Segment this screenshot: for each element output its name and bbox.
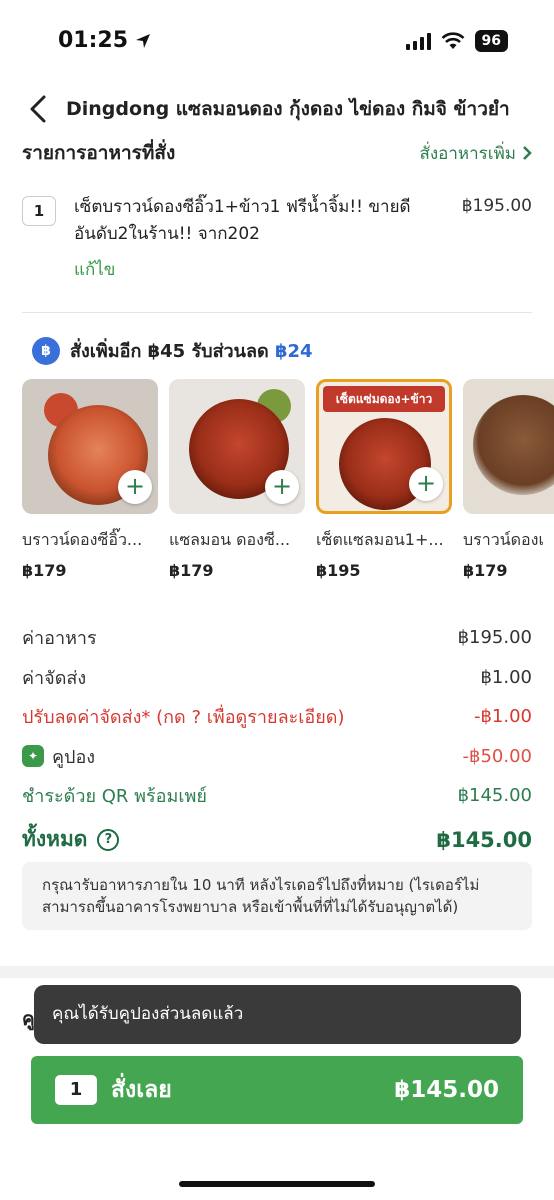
order-button-label: สั่งเลย: [111, 1077, 172, 1103]
food-cost-row: ค่าอาหาร ฿195.00: [22, 627, 532, 650]
food-image: +: [22, 379, 158, 514]
total-row: ทั้งหมด ? ฿145.00: [22, 827, 532, 852]
upsell-item-name: บราวน์ดองซีอิ๊ว...: [22, 530, 143, 549]
edit-item-link[interactable]: แก้ไข: [74, 256, 115, 283]
delivery-discount-row[interactable]: ปรับลดค่าจัดส่ง* (กด ? เพื่อดูรายละเอียด…: [22, 697, 532, 737]
upsell-item-name: บราวน์ดองเ: [463, 530, 544, 549]
coupon-row[interactable]: ✦ คูปอง -฿50.00: [22, 737, 532, 777]
back-arrow-icon[interactable]: [26, 94, 50, 124]
coin-icon: ฿: [32, 336, 60, 365]
help-icon[interactable]: ?: [97, 828, 120, 851]
divider: [22, 312, 532, 313]
upsell-text: สั่งเพิ่มอีก ฿45 รับส่วนลด: [70, 341, 275, 362]
order-quantity-badge: 1: [55, 1075, 97, 1105]
section-separator: [0, 966, 554, 978]
header: Dingdong แซลมอนดอง กุ้งดอง ไข่ดอง กิมจิ …: [0, 88, 554, 128]
delivery-fee-row: ค่าจัดส่ง ฿1.00: [22, 666, 532, 689]
upsell-item-price: ฿179: [22, 561, 67, 580]
location-arrow-icon: [136, 33, 151, 48]
add-to-cart-button[interactable]: +: [409, 467, 443, 501]
store-title: Dingdong แซลมอนดอง กุ้งดอง ไข่ดอง กิมจิ …: [66, 98, 510, 120]
home-indicator: [179, 1181, 375, 1187]
battery-indicator: 96: [474, 30, 508, 52]
upsell-card[interactable]: บราวน์ดองเ ฿179: [463, 379, 554, 580]
food-image: เซ็ตแซ่มดอง+ข้าว +: [316, 379, 452, 514]
total-amount: ฿145.00: [436, 827, 532, 852]
status-bar: 01:25 96: [0, 0, 554, 84]
promo-banner: เซ็ตแซ่มดอง+ข้าว: [323, 386, 445, 412]
upsell-carousel[interactable]: + บราวน์ดองซีอิ๊ว... ฿179 + แซลมอน ดองซี…: [22, 379, 554, 589]
order-section-header: รายการอาหารที่สั่ง สั่งอาหารเพิ่ม: [22, 138, 532, 168]
upsell-item-name: เซ็ตแซลมอน1+...: [316, 530, 444, 549]
upsell-item-price: ฿179: [169, 561, 214, 580]
signal-icon: [405, 32, 431, 50]
payment-method-row[interactable]: ชำระด้วย QR พร้อมเพย์ ฿145.00: [22, 776, 532, 816]
food-image: +: [169, 379, 305, 514]
status-icons: 96: [405, 30, 508, 52]
upsell-discount: ฿24: [274, 341, 313, 362]
upsell-item-price: ฿179: [463, 561, 508, 580]
upsell-card[interactable]: เซ็ตแซ่มดอง+ข้าว + เซ็ตแซลมอน1+... ฿195: [316, 379, 452, 580]
item-name: เซ็ตบราวน์ดองซีอิ๊ว1+ข้าว1 ฟรีน้ำจิ้ม!! …: [74, 197, 411, 244]
item-price: ฿195.00: [461, 196, 532, 216]
price-summary: ค่าอาหาร ฿195.00 ค่าจัดส่ง ฿1.00 ปรับลดค…: [22, 618, 532, 862]
wifi-icon: [441, 32, 464, 49]
toast-message: คุณได้รับคูปองส่วนลดแล้ว: [34, 985, 521, 1044]
upsell-item-name: แซลมอน ดองซี...: [169, 530, 291, 549]
order-section-title: รายการอาหารที่สั่ง: [22, 142, 176, 164]
partially-hidden-heading: คู: [22, 1008, 35, 1030]
delivery-notice: กรุณารับอาหารภายใน 10 นาที หลังไรเดอร์ไป…: [22, 862, 532, 930]
order-button-total: ฿145.00: [394, 1077, 499, 1103]
upsell-header: ฿ สั่งเพิ่มอีก ฿45 รับส่วนลด ฿24: [32, 336, 313, 365]
upsell-card[interactable]: + บราวน์ดองซีอิ๊ว... ฿179: [22, 379, 158, 580]
place-order-button[interactable]: 1 สั่งเลย ฿145.00: [31, 1056, 523, 1124]
add-to-cart-button[interactable]: +: [118, 470, 152, 504]
upsell-card[interactable]: + แซลมอน ดองซี... ฿179: [169, 379, 305, 580]
coupon-icon: ✦: [22, 745, 44, 768]
food-image: [463, 379, 554, 514]
item-quantity: 1: [22, 196, 56, 226]
add-to-cart-button[interactable]: +: [265, 470, 299, 504]
status-time: 01:25: [58, 28, 152, 53]
add-more-food-link[interactable]: สั่งอาหารเพิ่ม: [419, 140, 532, 167]
upsell-item-price: ฿195: [316, 561, 361, 580]
chevron-right-icon: [523, 146, 532, 160]
